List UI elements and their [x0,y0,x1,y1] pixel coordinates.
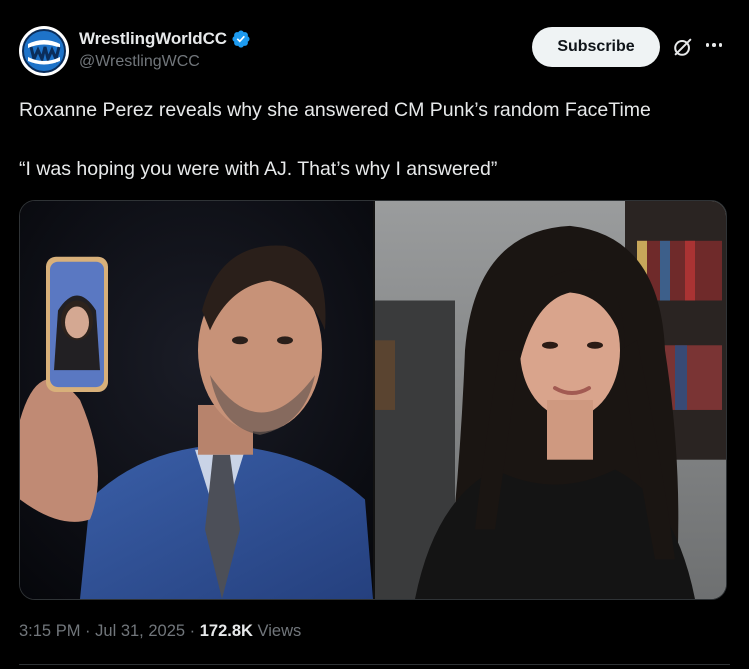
tweet-meta: 3:15 PM · Jul 31, 2025 · 172.8K Views [19,622,301,641]
media-image-right[interactable] [375,201,726,599]
tweet-text-line-2: “I was hoping you were with AJ. That’s w… [19,158,498,180]
verified-badge-icon[interactable] [231,29,251,49]
tweet-text-line-1: Roxanne Perez reveals why she answered C… [19,99,651,121]
globe-logo-icon [20,27,68,75]
views-count: 172.8K [199,622,253,640]
media-grid [19,200,727,600]
avatar[interactable] [19,26,69,76]
woman-portrait-photo [375,201,726,599]
tweet-header: WrestlingWorldCC @WrestlingWCC Subscribe [19,26,731,78]
tweet-date[interactable]: Jul 31, 2025 [95,622,185,640]
views-label: Views [257,622,302,640]
tweet-text: Roxanne Perez reveals why she answered C… [19,97,729,182]
meta-separator-2: · [189,622,196,640]
grok-icon[interactable] [672,36,694,58]
account-names: WrestlingWorldCC @WrestlingWCC [79,29,251,71]
account-handle[interactable]: @WrestlingWCC [79,53,251,71]
meta-separator: · [85,622,91,640]
media-image-left[interactable] [20,201,373,599]
man-holding-phone-photo [20,201,373,599]
divider [19,664,730,665]
tweet-time[interactable]: 3:15 PM [19,622,80,640]
more-dots-icon[interactable] [703,34,725,56]
display-name-row: WrestlingWorldCC [79,29,251,49]
display-name[interactable]: WrestlingWorldCC [79,29,227,49]
subscribe-button[interactable]: Subscribe [532,27,660,67]
